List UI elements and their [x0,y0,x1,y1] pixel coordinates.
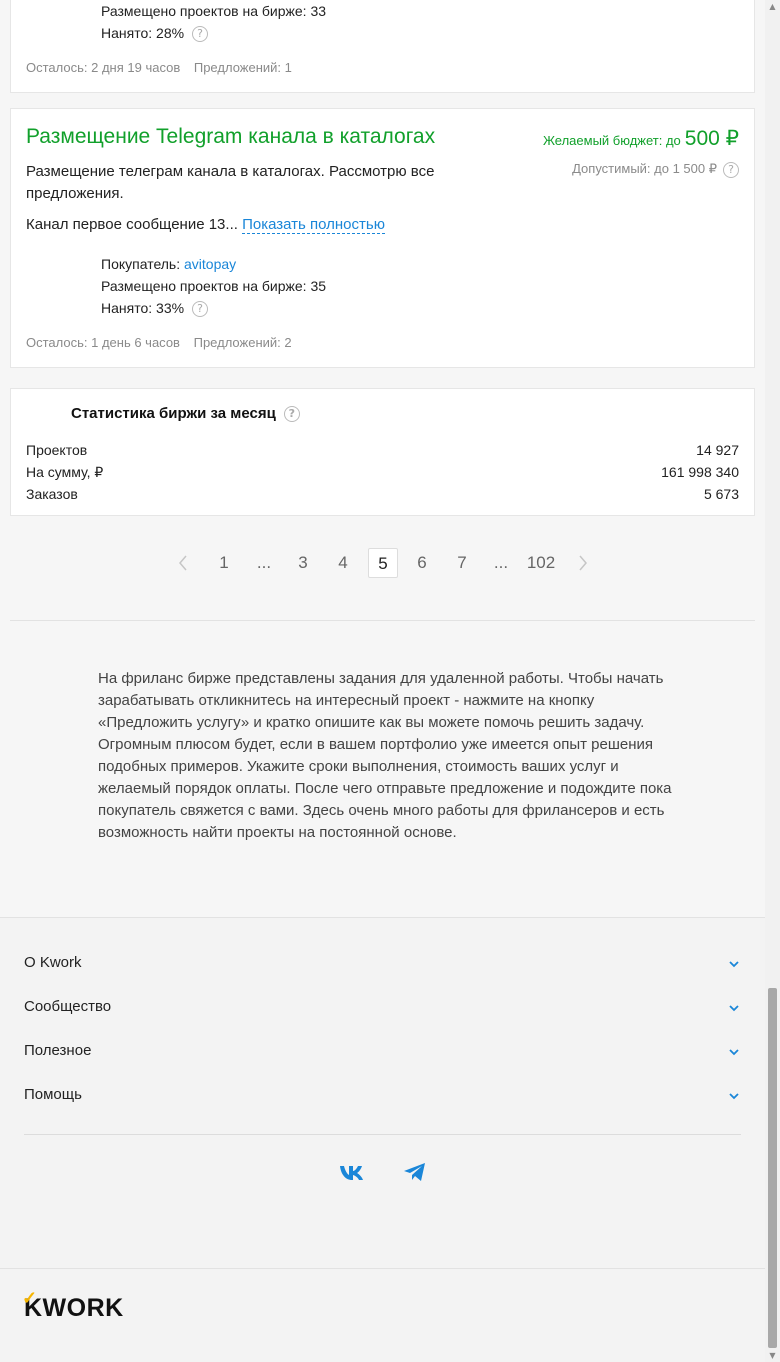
budget-value: 500 ₽ [684,127,739,150]
page-ellipsis: ... [493,553,509,572]
page-link[interactable]: 1 [210,548,238,578]
stats-label: На сумму, ₽ [26,464,104,480]
chevron-left-icon[interactable] [174,548,192,578]
stats-title-text: Статистика биржи за месяц [71,405,276,422]
scroll-up-icon[interactable]: ▲ [768,2,777,11]
hired-label: Нанято: 28% [101,25,185,41]
pagination: 1 ... 3 4 5 6 7 ... 102 [0,548,765,580]
footer-nav-help[interactable]: Помощь [24,1086,741,1108]
page-current[interactable]: 5 [368,548,398,578]
divider [10,620,755,621]
scroll-down-icon[interactable]: ▼ [768,1351,777,1360]
projects-count: Размещено проектов на бирже: 33 [101,3,327,19]
page-link[interactable]: 102 [522,548,560,578]
page-ellipsis: ... [256,553,272,572]
stats-label: Заказов [26,486,78,502]
help-icon[interactable]: ? [192,26,209,43]
project-meta: Осталось: 2 дня 19 часов Предложений: 1 [26,60,292,75]
stats-title: Статистика биржи за месяц? [71,405,300,423]
footer-nav-label: Полезное [24,1042,92,1059]
footer-nav-useful[interactable]: Полезное [24,1042,741,1064]
footer-nav-label: Сообщество [24,998,112,1015]
stats-row: На сумму, ₽ 161 998 340 [26,464,739,481]
footer-nav-label: О Kwork [24,954,82,971]
footer-nav-label: Помощь [24,1086,82,1103]
offers-count: Предложений: 2 [193,335,292,350]
help-icon[interactable]: ? [723,161,739,178]
page-link[interactable]: 7 [448,548,476,578]
page-link[interactable]: 4 [329,548,357,578]
hired-label: Нанято: 33% [101,300,185,316]
telegram-icon[interactable] [403,1161,429,1183]
stats-card: Статистика биржи за месяц? Проектов 14 9… [10,388,755,516]
chevron-down-icon [727,957,741,971]
page-link[interactable]: 6 [408,548,436,578]
project-description: Размещение телеграм канала в каталогах. … [26,163,435,202]
desired-budget: Желаемый бюджет: до 500 ₽ [543,126,739,151]
stats-row: Заказов 5 673 [26,486,739,502]
logo-text: KWORK [24,1294,124,1322]
show-more-link[interactable]: Показать полностью [242,216,385,234]
footer-nav-community[interactable]: Сообщество [24,998,741,1020]
budget-label: Желаемый бюджет: до [542,133,681,148]
allowed-label: Допустимый: до 1 500 ₽ [572,161,717,176]
projects-count: Размещено проектов на бирже: 35 [101,278,327,294]
footer: О Kwork Сообщество Полезное Помощь ✓ KWO… [0,917,765,1362]
buyer-link[interactable]: avitopay [184,256,236,272]
offers-count: Предложений: 1 [193,60,292,75]
divider [24,1134,741,1135]
chevron-right-icon[interactable] [574,548,592,578]
stats-row: Проектов 14 927 [26,442,739,458]
chevron-down-icon [727,1001,741,1015]
project-card: Размещение Telegram канала в каталогах Ж… [10,108,755,368]
hired-percent: Нанято: 33%? [101,298,209,318]
project-title[interactable]: Размещение Telegram канала в каталогах [26,125,435,149]
chevron-down-icon [727,1045,741,1059]
help-icon[interactable]: ? [283,406,300,423]
about-text: На фриланс бирже представлены задания дл… [98,670,672,841]
time-left: Осталось: 1 день 6 часов [26,335,180,350]
footer-nav-about[interactable]: О Kwork [24,954,741,976]
vk-icon[interactable] [339,1161,365,1183]
buyer-label: Покупатель: [101,256,181,272]
chevron-down-icon [727,1089,741,1103]
stats-value: 161 998 340 [661,464,739,480]
kwork-logo[interactable]: ✓ KWORK [22,1288,124,1323]
help-icon[interactable]: ? [192,301,209,318]
page: Размещено проектов на бирже: 33 Нанято: … [0,0,765,1362]
hired-percent: Нанято: 28%? [101,23,209,43]
buyer-line: Покупатель: avitopay [101,254,236,274]
time-left: Осталось: 2 дня 19 часов [26,60,181,75]
scrollbar-thumb[interactable] [768,988,777,1348]
excerpt-text: Канал первое сообщение 13... [26,216,238,233]
stats-label: Проектов [26,442,88,458]
divider [0,1268,765,1269]
project-card: Размещено проектов на бирже: 33 Нанято: … [10,0,755,93]
logo-mark-icon: ✓ [22,1288,38,1308]
allowed-budget: Допустимый: до 1 500 ₽? [572,161,739,178]
project-excerpt: Канал первое сообщение 13... Показать по… [26,216,385,234]
page-link[interactable]: 3 [289,548,317,578]
scrollbar[interactable]: ▲ ▼ [765,0,780,1362]
stats-value: 5 673 [703,486,739,502]
project-meta: Осталось: 1 день 6 часов Предложений: 2 [26,335,292,350]
stats-value: 14 927 [696,442,739,458]
